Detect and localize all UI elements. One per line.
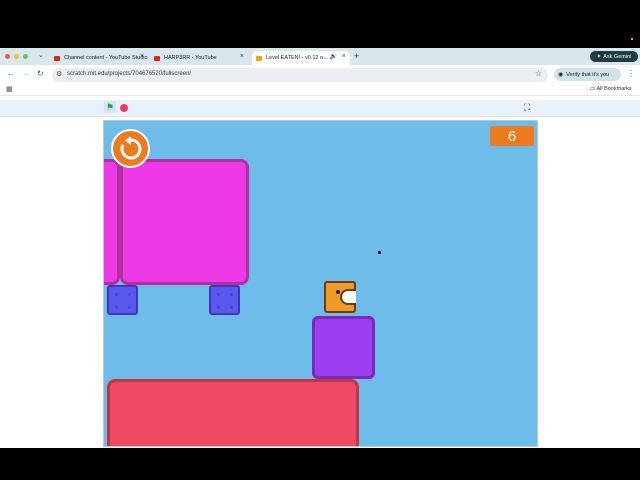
- verify-label: Verify that it's you: [566, 71, 610, 78]
- recording-indicator: [631, 38, 633, 40]
- minimize-window-button[interactable]: [14, 54, 19, 59]
- tab-close-icon[interactable]: ×: [140, 53, 144, 60]
- close-window-button[interactable]: [5, 54, 10, 59]
- tab-harp3rr[interactable]: HARP3RR - YouTube ×: [150, 51, 248, 65]
- tab-label: HARP3RR - YouTube: [164, 55, 217, 61]
- green-flag-icon[interactable]: ⚑: [104, 101, 116, 113]
- game-stage[interactable]: 6: [103, 120, 538, 447]
- stop-icon[interactable]: [120, 104, 128, 112]
- bottom-letterbox: [0, 448, 640, 480]
- tab-level-eaten[interactable]: Level EATEN! - v0.12 on Scratch 🔊 ×: [252, 51, 350, 65]
- address-bar[interactable]: ⚙ scratch.mit.edu/projects/704676520/ful…: [52, 68, 548, 82]
- restart-icon: [120, 135, 141, 159]
- scratch-favicon-icon: [256, 55, 262, 61]
- blue-block-right: [209, 285, 240, 315]
- mouse-cursor: [378, 251, 381, 254]
- tab-close-icon[interactable]: ×: [240, 53, 244, 60]
- player-eye: [336, 290, 340, 294]
- tab-search-chevron-icon[interactable]: ⌄: [38, 51, 44, 59]
- browser-window: ⌄ Channel content - YouTube Studio × HAR…: [0, 48, 640, 448]
- site-info-icon[interactable]: ⚙: [56, 70, 62, 78]
- tab-close-icon[interactable]: ×: [342, 53, 346, 60]
- profile-icon: ◉: [558, 72, 564, 78]
- scratch-player: ⚑ ⛶ 6: [0, 100, 640, 448]
- all-bookmarks-button[interactable]: ▭ All Bookmarks: [590, 86, 632, 92]
- player-mouth: [340, 289, 356, 305]
- blue-block-left: [107, 285, 138, 315]
- audio-playing-icon[interactable]: 🔊: [330, 53, 337, 60]
- folder-icon: ▭: [590, 86, 596, 92]
- fullscreen-icon[interactable]: ⛶: [524, 102, 530, 113]
- ask-gemini-button[interactable]: ✦ Ask Gemini: [590, 51, 638, 62]
- reload-icon[interactable]: ↻: [37, 69, 44, 78]
- bookmark-star-icon[interactable]: ☆: [535, 69, 542, 78]
- youtube-favicon-icon: [154, 55, 160, 61]
- tab-label: Channel content - YouTube Studio: [64, 55, 148, 61]
- player-character: [324, 281, 356, 313]
- youtube-favicon-icon: [54, 55, 60, 61]
- player-controls: ⚑ ⛶: [0, 100, 640, 117]
- tab-bar: ⌄ Channel content - YouTube Studio × HAR…: [0, 48, 640, 65]
- new-tab-button[interactable]: +: [354, 51, 359, 61]
- restart-button[interactable]: [111, 129, 150, 168]
- red-platform: [107, 379, 359, 446]
- forward-arrow-icon[interactable]: →: [22, 69, 30, 78]
- screen: ⌄ Channel content - YouTube Studio × HAR…: [0, 0, 640, 480]
- score-display: 6: [490, 126, 534, 146]
- apps-grid-icon[interactable]: ▦: [6, 85, 13, 93]
- all-bookmarks-label: All Bookmarks: [596, 86, 632, 92]
- purple-block: [312, 316, 375, 379]
- gemini-sparkle-icon: ✦: [596, 53, 602, 60]
- browser-menu-icon[interactable]: ⋮: [627, 69, 635, 78]
- back-arrow-icon[interactable]: ←: [7, 69, 15, 78]
- maximize-window-button[interactable]: [23, 54, 28, 59]
- pink-block-left: [104, 159, 120, 285]
- pink-block: [120, 159, 249, 285]
- ask-gemini-label: Ask Gemini: [603, 53, 632, 60]
- bookmarks-bar: ▦ ▭ All Bookmarks: [0, 84, 640, 96]
- tab-label: Level EATEN! - v0.12 on Scratch: [266, 55, 330, 61]
- url-text: scratch.mit.edu/projects/704676520/fulls…: [67, 71, 192, 77]
- navigation-bar: ← → ↻ ⚙ scratch.mit.edu/projects/7046765…: [0, 65, 640, 84]
- verify-identity-button[interactable]: ◉ Verify that it's you: [554, 68, 621, 81]
- tab-channel-content[interactable]: Channel content - YouTube Studio ×: [50, 51, 148, 65]
